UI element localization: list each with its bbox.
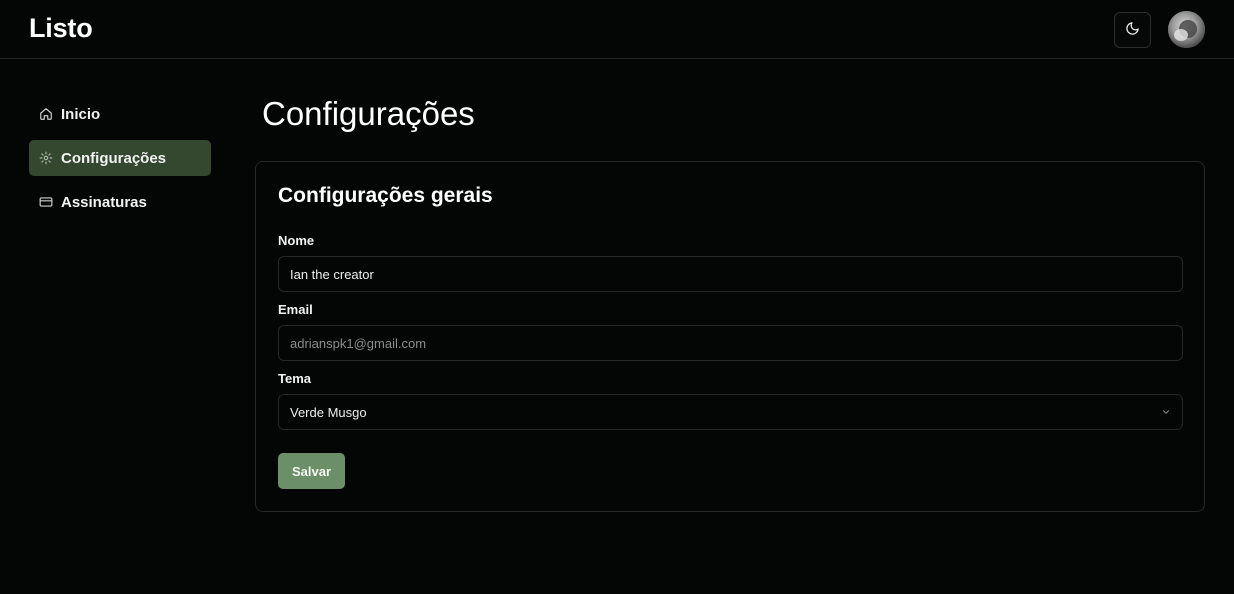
- page-title: Configurações: [262, 95, 475, 132]
- chevron-down-icon: [1161, 405, 1171, 420]
- gear-icon: [39, 151, 53, 165]
- sidebar-item-configuracoes[interactable]: Configurações: [29, 140, 211, 176]
- name-field[interactable]: [278, 256, 1183, 292]
- top-header: Listo: [0, 0, 1234, 59]
- sidebar-item-label: Configurações: [61, 149, 167, 167]
- card-title: Configurações gerais: [278, 184, 493, 207]
- sidebar-item-assinaturas[interactable]: Assinaturas: [29, 184, 211, 220]
- sidebar-item-label: Inicio: [61, 105, 101, 123]
- app-logo[interactable]: Listo: [29, 13, 93, 44]
- save-button[interactable]: Salvar: [278, 453, 345, 489]
- theme-select-value: Verde Musgo: [290, 404, 367, 420]
- sidebar-item-label: Assinaturas: [61, 193, 147, 211]
- credit-card-icon: [39, 195, 53, 209]
- theme-label: Tema: [278, 371, 311, 386]
- sidebar-item-inicio[interactable]: Inicio: [29, 96, 211, 132]
- moon-icon: [1125, 21, 1140, 39]
- user-avatar[interactable]: [1168, 11, 1205, 48]
- theme-select[interactable]: Verde Musgo: [278, 394, 1183, 430]
- sidebar: Inicio Configurações Assinaturas: [29, 96, 211, 228]
- name-label: Nome: [278, 233, 315, 248]
- theme-toggle-button[interactable]: [1114, 12, 1151, 48]
- email-field: [278, 325, 1183, 361]
- settings-card: Configurações gerais Nome Email Tema Ver…: [255, 161, 1205, 512]
- email-label: Email: [278, 302, 313, 317]
- home-icon: [39, 107, 53, 121]
